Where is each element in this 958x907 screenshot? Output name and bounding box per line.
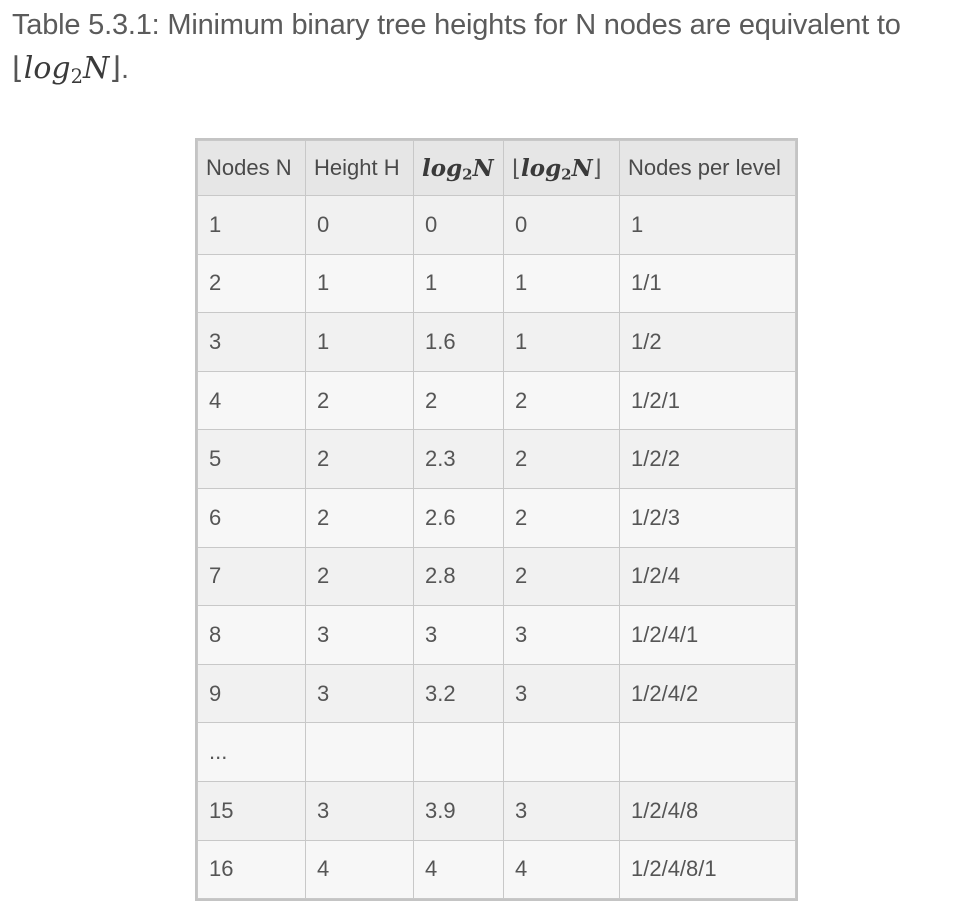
cell-nodes: 2 xyxy=(197,253,306,314)
cell-height: 1 xyxy=(305,253,414,314)
cell-log: 2.6 xyxy=(413,487,504,548)
cell-height: 2 xyxy=(305,487,414,548)
cell-nodes-per-level: 1/2/2 xyxy=(619,429,796,489)
cell-log: 1.6 xyxy=(413,312,504,372)
table-row: 3 1 1.6 1 1/2 xyxy=(197,312,796,372)
cell-floor-log: 0 xyxy=(503,195,620,255)
caption-math-expression: ⌊log2N⌋ xyxy=(12,51,121,86)
cell-floor-log: 2 xyxy=(503,370,620,431)
cell-height: 2 xyxy=(305,429,414,489)
cell-nodes-per-level: 1/2/4/8 xyxy=(619,780,796,841)
cell-floor-log: 1 xyxy=(503,253,620,314)
cell-nodes-per-level: 1/2/4/2 xyxy=(619,663,796,724)
header-floor-log: ⌊log2N⌋ xyxy=(503,140,620,196)
cell-height: 1 xyxy=(305,312,414,372)
table-row: 4 2 2 2 1/2/1 xyxy=(197,370,796,431)
cell-nodes-per-level: 1/2/4/1 xyxy=(619,605,796,665)
tree-height-table-container: Nodes N Height H log2N ⌊log2N⌋ Nodes per… xyxy=(195,138,798,902)
cell-log: 3.9 xyxy=(413,780,504,841)
cell-nodes-per-level: 1/2/4/8/1 xyxy=(619,839,796,900)
cell-nodes-per-level: 1/2/1 xyxy=(619,370,796,431)
cell-height: 4 xyxy=(305,839,414,900)
cell-log: 2.3 xyxy=(413,429,504,489)
tree-height-table: Nodes N Height H log2N ⌊log2N⌋ Nodes per… xyxy=(197,140,796,900)
cell-log: 4 xyxy=(413,839,504,900)
cell-height: 3 xyxy=(305,663,414,724)
cell-height: 0 xyxy=(305,195,414,255)
cell-nodes: 15 xyxy=(197,780,306,841)
cell-nodes: 9 xyxy=(197,663,306,724)
cell-nodes: 6 xyxy=(197,487,306,548)
cell-nodes: 4 xyxy=(197,370,306,431)
cell-log: 0 xyxy=(413,195,504,255)
table-header-row: Nodes N Height H log2N ⌊log2N⌋ Nodes per… xyxy=(197,140,796,196)
cell-log xyxy=(413,722,504,782)
floor-open-symbol: ⌊ xyxy=(12,51,24,86)
cell-nodes: 1 xyxy=(197,195,306,255)
cell-log: 3.2 xyxy=(413,663,504,724)
cell-log: 1 xyxy=(413,253,504,314)
cell-log: 2 xyxy=(413,370,504,431)
caption-suffix: . xyxy=(120,53,129,85)
header-nodes-per-level: Nodes per level xyxy=(619,140,796,196)
cell-floor-log: 4 xyxy=(503,839,620,900)
cell-log: 2.8 xyxy=(413,546,504,607)
cell-log: 3 xyxy=(413,605,504,665)
table-row: ... xyxy=(197,722,796,782)
cell-nodes-per-level: 1 xyxy=(619,195,796,255)
cell-nodes: 16 xyxy=(197,839,306,900)
cell-nodes: 5 xyxy=(197,429,306,489)
floor-close-symbol: ⌋ xyxy=(109,51,121,86)
table-row: 16 4 4 4 1/2/4/8/1 xyxy=(197,839,796,900)
table-caption: Table 5.3.1: Minimum binary tree heights… xyxy=(12,4,952,91)
cell-height: 2 xyxy=(305,546,414,607)
cell-nodes: 3 xyxy=(197,312,306,372)
cell-nodes-per-level: 1/2/4 xyxy=(619,546,796,607)
cell-nodes: 8 xyxy=(197,605,306,665)
cell-floor-log: 2 xyxy=(503,546,620,607)
cell-nodes: ... xyxy=(197,722,306,782)
table-row: 5 2 2.3 2 1/2/2 xyxy=(197,429,796,489)
table-body: 1 0 0 0 1 2 1 1 1 1/1 3 1 1.6 1 1/2 4 2 2 2 1/2/1 5 2 2.3 2 1/2/… xyxy=(197,195,796,900)
cell-floor-log: 2 xyxy=(503,487,620,548)
cell-floor-log: 3 xyxy=(503,605,620,665)
caption-text: Table 5.3.1: Minimum binary tree heights… xyxy=(12,9,901,41)
header-log: log2N xyxy=(413,140,504,196)
header-height: Height H xyxy=(305,140,414,196)
table-row: 2 1 1 1 1/1 xyxy=(197,253,796,314)
cell-nodes: 7 xyxy=(197,546,306,607)
cell-height xyxy=(305,722,414,782)
cell-nodes-per-level: 1/1 xyxy=(619,253,796,314)
header-nodes: Nodes N xyxy=(197,140,306,196)
cell-nodes-per-level: 1/2/3 xyxy=(619,487,796,548)
cell-nodes-per-level: 1/2 xyxy=(619,312,796,372)
cell-floor-log: 1 xyxy=(503,312,620,372)
cell-floor-log: 3 xyxy=(503,780,620,841)
log-variable: N xyxy=(83,51,110,86)
table-row: 10001 xyxy=(197,195,796,255)
log-function: log xyxy=(23,51,71,86)
table-row: 8 3 3 3 1/2/4/1 xyxy=(197,605,796,665)
table-row: 6 2 2.6 2 1/2/3 xyxy=(197,487,796,548)
cell-nodes-per-level xyxy=(619,722,796,782)
table-row: 15 3 3.9 3 1/2/4/8 xyxy=(197,780,796,841)
cell-floor-log xyxy=(503,722,620,782)
log-base: 2 xyxy=(70,64,84,88)
table-row: 7 2 2.8 2 1/2/4 xyxy=(197,546,796,607)
cell-height: 3 xyxy=(305,780,414,841)
table-row: 9 3 3.2 3 1/2/4/2 xyxy=(197,663,796,724)
cell-height: 3 xyxy=(305,605,414,665)
cell-floor-log: 2 xyxy=(503,429,620,489)
cell-height: 2 xyxy=(305,370,414,431)
cell-floor-log: 3 xyxy=(503,663,620,724)
